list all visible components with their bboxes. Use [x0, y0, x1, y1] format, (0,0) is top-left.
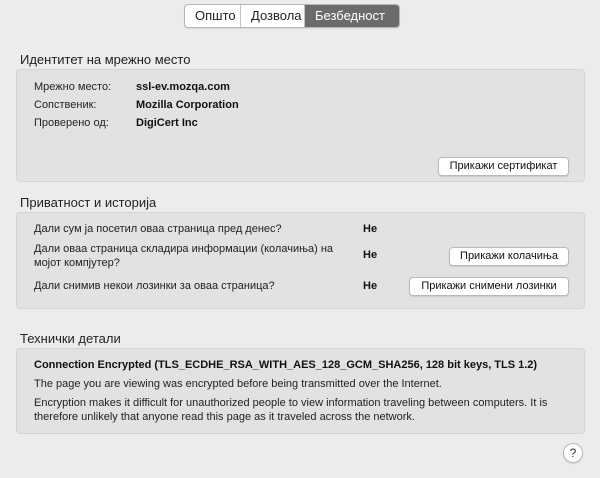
website-value: ssl-ev.mozqa.com	[136, 81, 230, 93]
privacy-question-cookies: Дали оваа страница складира информации (…	[34, 243, 334, 269]
view-saved-passwords-button[interactable]: Прикажи снимени лозинки	[409, 277, 569, 296]
privacy-answer-cookies: Не	[363, 249, 378, 261]
encryption-line2: Encryption makes it difficult for unauth…	[34, 397, 548, 423]
identity-section-title: Идентитет на мрежно место	[20, 52, 191, 67]
privacy-box: Дали сум ја посетил оваа страница пред д…	[16, 212, 585, 309]
website-label: Мрежно место:	[34, 81, 112, 93]
owner-value: Mozilla Corporation	[136, 99, 239, 111]
privacy-question-visited: Дали сум ја посетил оваа страница пред д…	[34, 223, 282, 235]
privacy-answer-visited: Не	[363, 223, 378, 235]
technical-section-title: Технички детали	[20, 331, 121, 346]
verifier-value: DigiCert Inc	[136, 117, 198, 129]
tab-bar: Општо Дозвола Безбедност	[184, 4, 400, 28]
tab-general[interactable]: Општо	[185, 5, 241, 27]
privacy-question-passwords: Дали снимив некои лозинки за оваа страни…	[34, 280, 275, 292]
encryption-headline: Connection Encrypted (TLS_ECDHE_RSA_WITH…	[34, 359, 538, 371]
technical-box: Connection Encrypted (TLS_ECDHE_RSA_WITH…	[16, 348, 585, 434]
help-button[interactable]: ?	[563, 443, 583, 463]
privacy-section-title: Приватност и историја	[20, 195, 157, 210]
verifier-label: Проверено од:	[34, 117, 109, 129]
view-cookies-button[interactable]: Прикажи колачиња	[449, 247, 569, 266]
privacy-answer-passwords: Не	[363, 280, 378, 292]
encryption-line1: The page you are viewing was encrypted b…	[34, 378, 442, 390]
tab-security[interactable]: Безбедност	[305, 5, 399, 27]
view-certificate-button[interactable]: Прикажи сертификат	[438, 157, 569, 176]
owner-label: Сопственик:	[34, 99, 97, 111]
identity-box: Мрежно место: ssl-ev.mozqa.com Сопствени…	[16, 69, 585, 182]
tab-permissions[interactable]: Дозвола	[241, 5, 305, 27]
